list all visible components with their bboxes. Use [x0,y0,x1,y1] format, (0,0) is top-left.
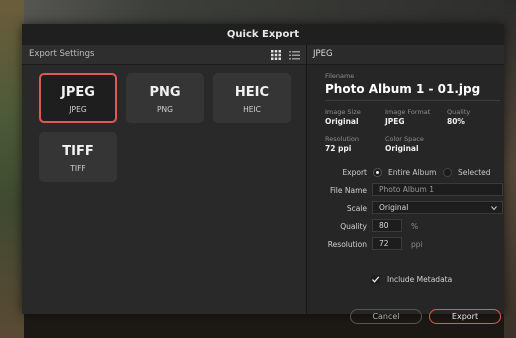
format-tile-png[interactable]: PNG PNG [126,73,204,123]
image-format-value: JPEG [385,117,405,126]
checkmark-icon [372,276,380,283]
entire-album-label: Entire Album [388,168,437,177]
quick-export-dialog: Quick Export Export Settings JPEG JPEG P… [22,24,504,324]
resolution-input[interactable]: 72 [372,237,402,250]
selected-label: Selected [458,168,491,177]
scale-label: Scale [346,204,367,213]
scale-select[interactable]: Original [372,201,503,214]
format-tile-jpeg[interactable]: JPEG JPEG [39,73,117,123]
export-settings-label: Export Settings [29,49,95,59]
export-button[interactable]: Export [429,309,501,324]
format-tile-title: HEIC [234,85,270,100]
filename-label: Filename [325,72,355,80]
format-tile-title: PNG [149,85,181,100]
format-tile-subtitle: HEIC [243,105,261,114]
format-tile-tiff[interactable]: TIFF TIFF [39,132,117,182]
radio-entire-album[interactable] [373,168,382,177]
format-tile-heic[interactable]: HEIC HEIC [213,73,291,123]
cancel-button[interactable]: Cancel [350,309,422,324]
quality-unit: % [411,222,419,231]
file-name-input[interactable]: Photo Album 1 [372,183,503,196]
chevron-down-icon [491,206,497,211]
color-space-value: Original [385,144,419,153]
resolution-unit: ppi [411,240,423,249]
format-tile-subtitle: JPEG [69,105,87,114]
resolution-label: Resolution [327,240,367,249]
format-tile-subtitle: TIFF [70,164,86,173]
radio-selected[interactable] [443,168,452,177]
image-format-label: Image Format [385,108,431,116]
image-size-label: Image Size [325,108,361,116]
background-photo-left [0,0,24,338]
resolution-info-label: Resolution [325,135,359,143]
image-size-value: Original [325,117,359,126]
include-metadata-label: Include Metadata [387,275,453,284]
filename-value: Photo Album 1 - 01.jpg [325,82,481,96]
export-settings-panel: Export Settings JPEG JPEG PNG PNG HEIC H… [22,45,306,314]
include-metadata-checkbox[interactable] [371,275,380,284]
grid-view-icon[interactable] [271,50,281,60]
quality-info-value: 80% [447,117,465,126]
background-photo-right [504,0,516,338]
quality-info-label: Quality [447,108,471,116]
format-settings-header: JPEG [307,45,504,65]
format-tile-title: TIFF [62,144,94,159]
file-name-label: File Name [329,186,367,195]
export-label: Export [342,168,367,177]
format-settings-label: JPEG [313,49,333,59]
format-tile-title: JPEG [61,85,95,100]
color-space-label: Color Space [385,135,424,143]
format-tile-subtitle: PNG [157,105,173,114]
resolution-info-value: 72 ppi [325,144,352,153]
quality-input[interactable]: 80 [372,219,402,232]
scale-value: Original [379,203,409,212]
export-settings-header: Export Settings [22,45,306,65]
dialog-title: Quick Export [22,24,504,45]
format-settings-panel: JPEG Filename Photo Album 1 - 01.jpg Ima… [307,45,504,324]
quality-label: Quality [340,222,367,231]
filename-divider [325,100,500,101]
list-view-icon[interactable] [289,50,300,60]
background-photo [0,0,516,24]
